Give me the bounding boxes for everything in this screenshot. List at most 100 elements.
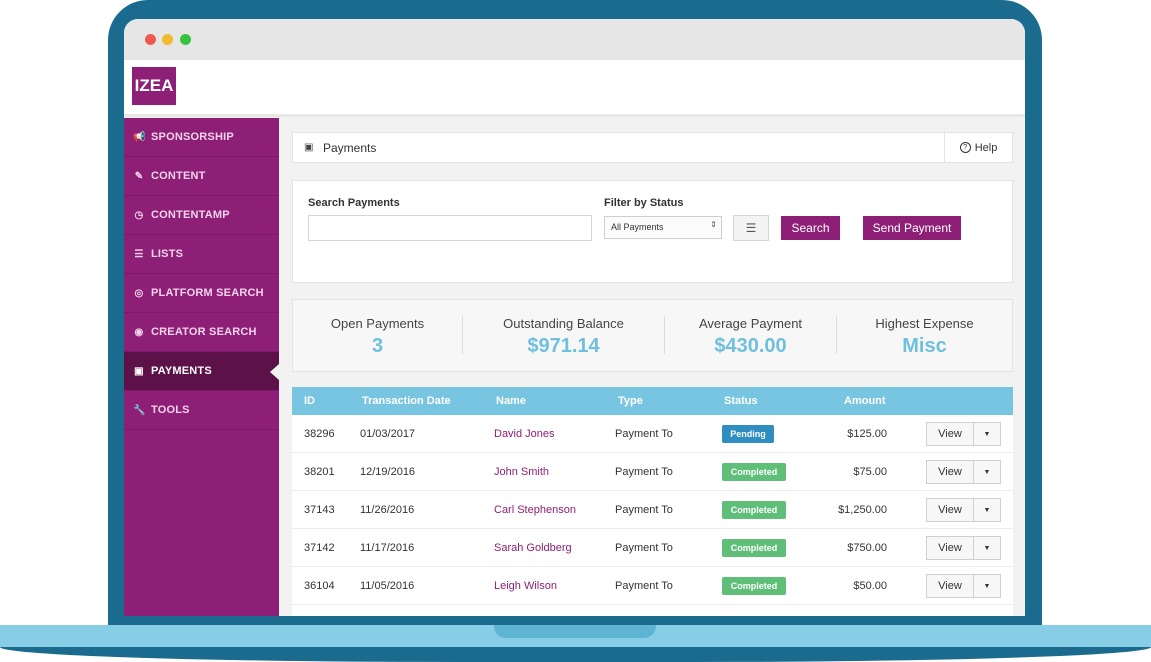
sidebar-item-label: CONTENT [151,170,206,182]
stat-value: Misc [902,335,947,357]
column-header-date[interactable]: Transaction Date [362,395,451,407]
screen: IZEA 📢 SPONSORSHIP ✎ CONTENT ◷ CONTENTAM… [124,19,1025,616]
user-circle-icon: ◉ [134,326,144,338]
sidebar-item-payments[interactable]: ▣ PAYMENTS [124,352,279,391]
caret-down-icon: ▼ [983,582,991,590]
select-arrows-icon: ⇕ [710,220,717,229]
payee-name-link[interactable]: Leigh Wilson [494,580,557,592]
question-icon: ? [959,142,971,153]
column-header-name[interactable]: Name [496,395,526,407]
status-filter-select[interactable]: All Payments ⇕ [604,216,722,239]
view-button[interactable]: View [926,422,974,446]
payment-type: Payment To [615,466,673,478]
stat-label: Open Payments [330,316,425,331]
izea-logo[interactable]: IZEA [132,67,176,105]
transaction-date: 12/19/2016 [360,466,416,478]
filter-status-label: Filter by Status [604,197,684,209]
stat-label: Outstanding Balance [503,316,624,331]
maximize-window-dot[interactable] [180,34,191,45]
table-row: 37142 11/17/2016 Sarah Goldberg Payment … [292,529,1013,567]
view-button[interactable]: View [926,460,974,484]
payee-name-link[interactable]: David Jones [494,428,555,440]
minimize-window-dot[interactable] [162,34,173,45]
column-header-amount[interactable]: Amount [844,395,886,407]
stat-value: $971.14 [527,335,600,357]
search-button[interactable]: Search [781,216,840,240]
payment-id: 38296 [304,428,335,440]
transaction-date: 11/17/2016 [360,542,415,554]
caret-down-icon: ▼ [983,544,991,552]
transaction-date: 11/26/2016 [360,504,415,516]
sidebar-item-contentamp[interactable]: ◷ CONTENTAMP [124,196,279,235]
sidebar-item-content[interactable]: ✎ CONTENT [124,157,279,196]
close-window-dot[interactable] [145,34,156,45]
payment-type: Payment To [615,580,673,592]
view-button[interactable]: View [926,574,974,598]
sidebar-item-label: LISTS [151,248,184,260]
stats-panel: Open Payments 3 Outstanding Balance $971… [292,299,1013,372]
row-actions: View ▼ [926,574,1001,598]
column-header-id[interactable]: ID [304,395,315,407]
send-payment-button[interactable]: Send Payment [863,216,961,240]
row-actions: View ▼ [926,536,1001,560]
sidebar-item-tools[interactable]: 🔧 TOOLS [124,391,279,430]
table-row: 37143 11/26/2016 Carl Stephenson Payment… [292,491,1013,529]
status-badge: Completed [722,577,786,595]
sidebar-nav: 📢 SPONSORSHIP ✎ CONTENT ◷ CONTENTAMP ☰ L… [124,118,279,616]
view-button[interactable]: View [926,498,974,522]
status-badge: Completed [722,539,786,557]
sidebar-item-label: PAYMENTS [151,365,212,377]
page-title-bar: ▣ Payments ? Help [292,132,1013,163]
stat-label: Average Payment [698,316,803,331]
money-icon: ▣ [134,365,144,377]
column-header-status[interactable]: Status [724,395,758,407]
stat-outstanding-balance: Outstanding Balance $971.14 [463,300,664,371]
payee-name-link[interactable]: Sarah Goldberg [494,542,572,554]
sidebar-item-sponsorship[interactable]: 📢 SPONSORSHIP [124,118,279,157]
browser-title-bar [124,19,1025,60]
table-header: ID Transaction Date Name Type Status Amo… [292,387,1013,415]
money-icon: ▣ [304,142,314,153]
column-header-type[interactable]: Type [618,395,643,407]
caret-down-icon: ▼ [983,468,991,476]
payee-name-link[interactable]: Carl Stephenson [494,504,576,516]
payment-amount: $75.00 [853,466,887,478]
sidebar-item-lists[interactable]: ☰ LISTS [124,235,279,274]
payment-amount: $750.00 [847,542,887,554]
transaction-date: 11/05/2016 [360,580,415,592]
status-badge: Pending [722,425,774,443]
help-button[interactable]: ? Help [944,133,1012,162]
actions-dropdown-button[interactable]: ▼ [974,536,1001,560]
sidebar-item-platform-search[interactable]: ◎ PLATFORM SEARCH [124,274,279,313]
search-circle-icon: ◎ [134,287,144,299]
status-filter-value: All Payments [611,222,664,232]
actions-dropdown-button[interactable]: ▼ [974,422,1001,446]
payment-type: Payment To [615,428,673,440]
search-payments-input[interactable] [308,215,592,241]
payment-id: 37143 [304,504,335,516]
filter-settings-button[interactable]: ☰ [733,215,769,241]
sidebar-item-label: PLATFORM SEARCH [151,287,264,299]
caret-down-icon: ▼ [983,430,991,438]
main-content: ▣ Payments ? Help Search Payments Filter… [279,118,1025,616]
payment-type: Payment To [615,504,673,516]
actions-dropdown-button[interactable]: ▼ [974,498,1001,522]
actions-dropdown-button[interactable]: ▼ [974,460,1001,484]
table-row: 38201 12/19/2016 John Smith Payment To C… [292,453,1013,491]
actions-dropdown-button[interactable]: ▼ [974,574,1001,598]
sidebar-item-creator-search[interactable]: ◉ CREATOR SEARCH [124,313,279,352]
payment-amount: $1,250.00 [838,504,887,516]
row-actions: View ▼ [926,498,1001,522]
stat-highest-expense: Highest Expense Misc [837,300,1012,371]
help-label: Help [974,141,998,154]
payee-name-link[interactable]: John Smith [494,466,549,478]
payments-table: ID Transaction Date Name Type Status Amo… [292,387,1013,616]
stat-value: $430.00 [714,335,787,357]
stat-label: Highest Expense [875,316,974,331]
sliders-icon: ☰ [745,221,757,235]
stat-open-payments: Open Payments 3 [293,300,462,371]
view-button[interactable]: View [926,536,974,560]
status-badge: Completed [722,463,786,481]
payment-amount: $50.00 [853,580,887,592]
laptop-base-shadow [0,647,1151,662]
